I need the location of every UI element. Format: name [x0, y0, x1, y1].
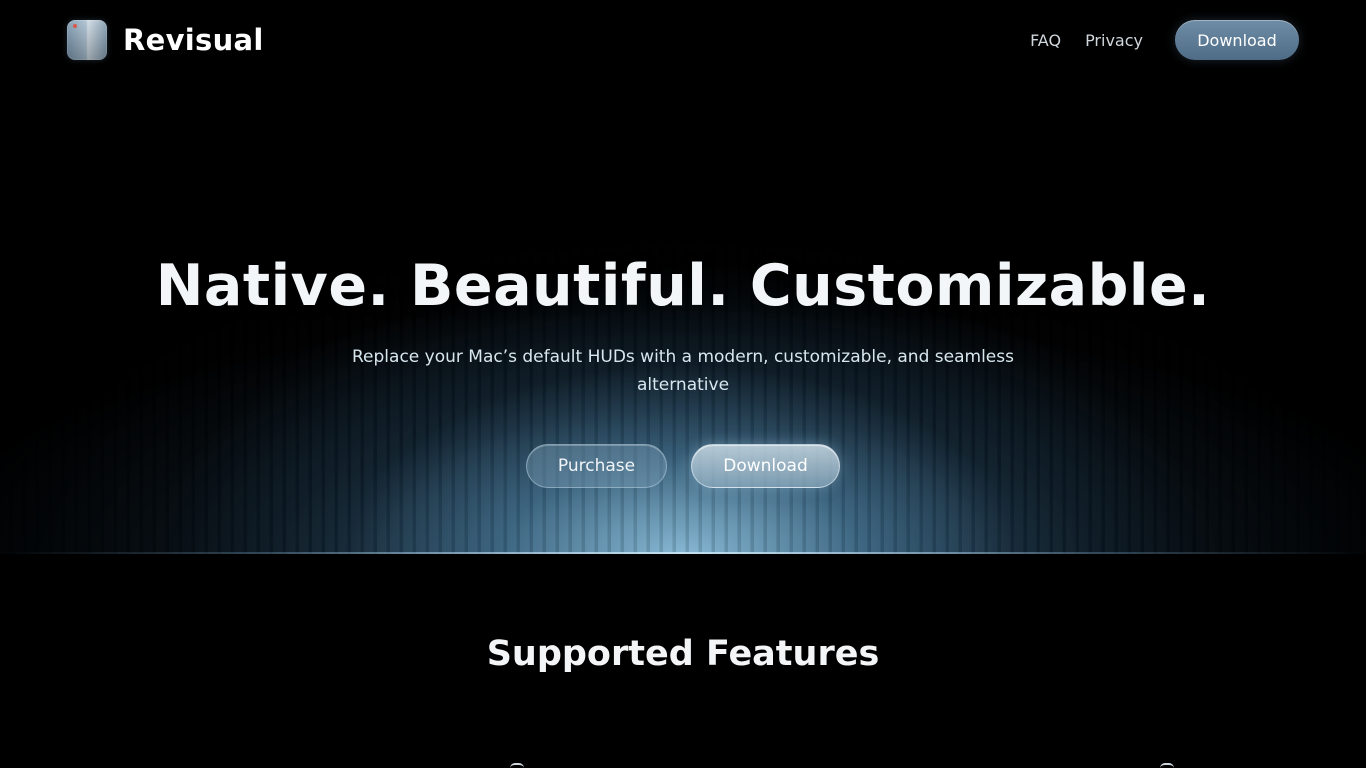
landing-page: Revisual FAQ Privacy Download Native. Be…	[0, 0, 1366, 768]
site-header: Revisual FAQ Privacy Download	[0, 0, 1366, 80]
nav-download-button[interactable]: Download	[1175, 20, 1299, 60]
feature-icon-partial	[1160, 763, 1174, 768]
feature-icon-partial	[510, 763, 524, 768]
hero-divider	[0, 552, 1366, 554]
purchase-button[interactable]: Purchase	[526, 444, 667, 488]
nav-faq-link[interactable]: FAQ	[1030, 31, 1061, 50]
top-nav: FAQ Privacy Download	[1030, 20, 1299, 60]
brand-link[interactable]: Revisual	[67, 20, 264, 60]
hero-subheadline: Replace your Mac’s default HUDs with a m…	[352, 347, 1014, 395]
download-button[interactable]: Download	[691, 444, 840, 488]
hero-headline: Native. Beautiful. Customizable.	[155, 253, 1211, 319]
revisual-app-icon	[67, 20, 107, 60]
brand-name: Revisual	[123, 23, 264, 57]
features-title: Supported Features	[486, 634, 880, 674]
hero-cta-group: Purchase Download	[0, 444, 1366, 488]
nav-privacy-link[interactable]: Privacy	[1085, 31, 1143, 50]
